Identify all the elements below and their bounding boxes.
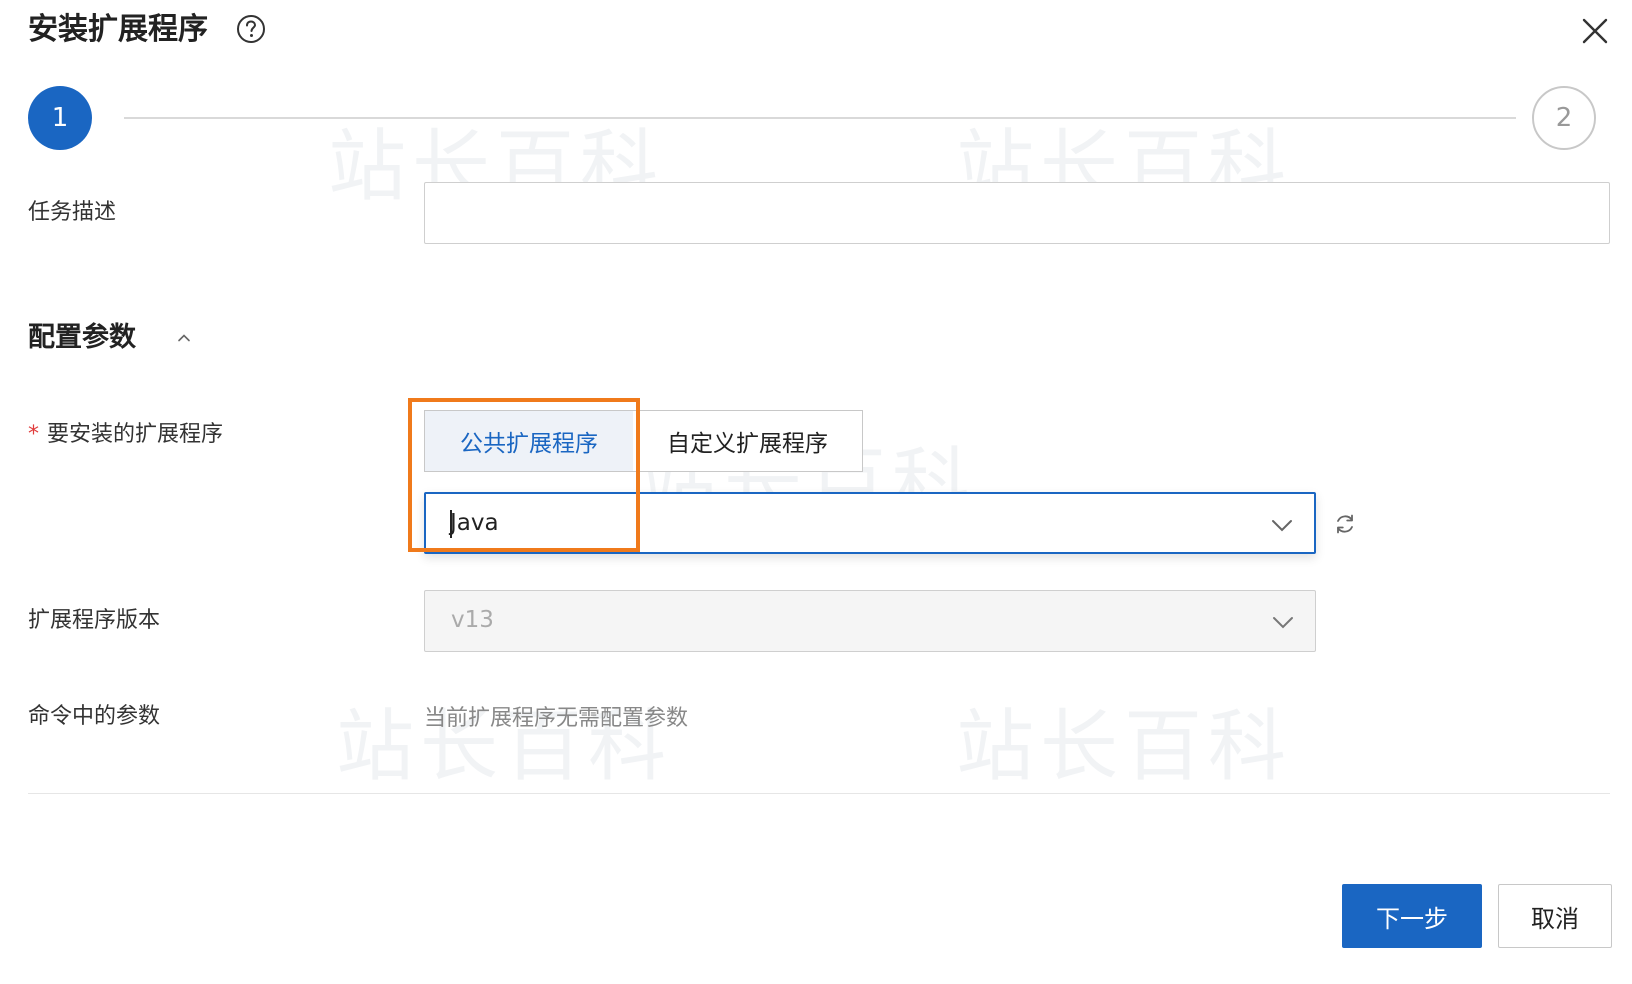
config-section-title: 配置参数 — [28, 322, 136, 353]
step-1-indicator: 1 — [28, 86, 92, 150]
chevron-up-icon[interactable] — [176, 330, 192, 346]
chevron-down-icon[interactable] — [1270, 513, 1294, 537]
task-description-input[interactable] — [424, 182, 1610, 244]
extension-select[interactable]: Java — [424, 492, 1316, 554]
step-2-indicator: 2 — [1532, 86, 1596, 150]
refresh-icon[interactable] — [1333, 512, 1357, 536]
dialog-title: 安装扩展程序 — [28, 12, 208, 47]
extension-label-row: * 要安装的扩展程序 — [28, 420, 223, 450]
chevron-down-icon[interactable] — [1271, 610, 1295, 634]
version-select[interactable]: v13 — [424, 590, 1316, 652]
watermark: 站长百科 — [956, 702, 1293, 792]
command-params-label: 命令中的参数 — [28, 704, 161, 729]
question-circle-icon[interactable] — [236, 14, 266, 44]
version-select-value: v13 — [451, 607, 494, 633]
watermark: 站长百科 — [336, 702, 673, 792]
footer-divider — [28, 793, 1610, 794]
required-mark: * — [28, 422, 39, 447]
extension-select-value: Java — [450, 510, 499, 536]
tab-custom-extensions[interactable]: 自定义扩展程序 — [633, 410, 863, 472]
command-params-text: 当前扩展程序无需配置参数 — [424, 706, 689, 731]
extension-label: 要安装的扩展程序 — [47, 422, 224, 447]
task-description-label: 任务描述 — [28, 200, 117, 225]
text-cursor — [450, 510, 452, 538]
next-button[interactable]: 下一步 — [1342, 884, 1482, 948]
step-connector — [124, 117, 1516, 119]
tab-public-extensions[interactable]: 公共扩展程序 — [424, 410, 634, 472]
version-label: 扩展程序版本 — [28, 608, 161, 633]
close-icon[interactable] — [1580, 16, 1610, 46]
cancel-button[interactable]: 取消 — [1498, 884, 1612, 948]
